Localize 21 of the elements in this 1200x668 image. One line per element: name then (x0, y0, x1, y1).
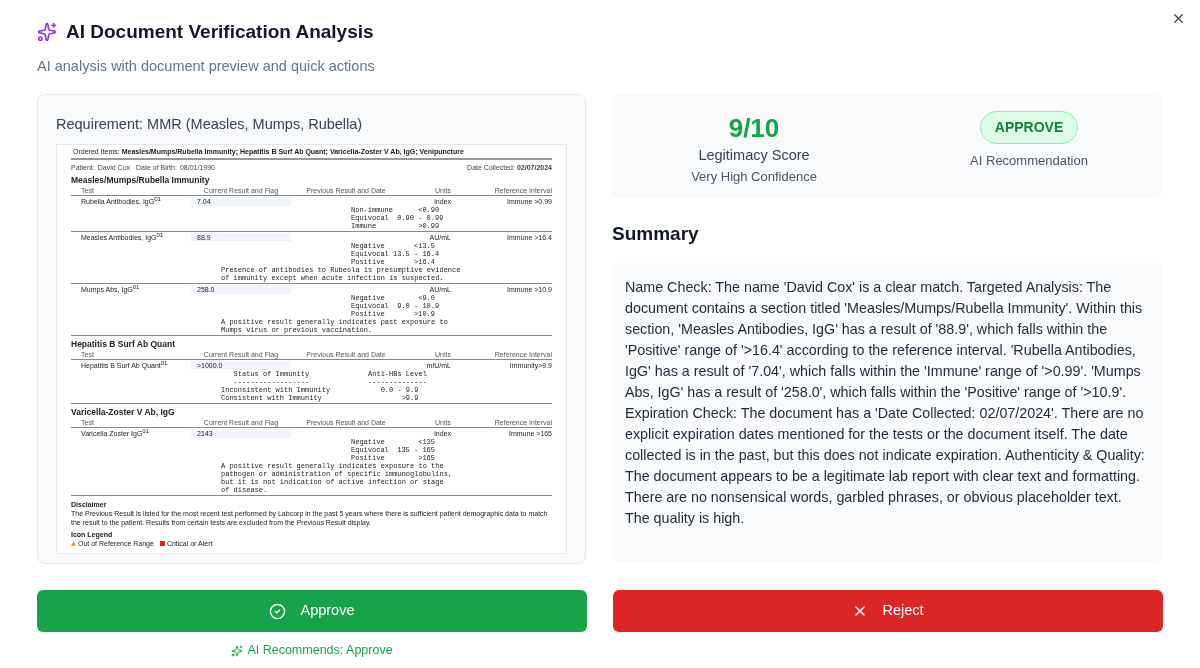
check-circle-icon (269, 602, 287, 620)
section-heading: Hepatitis B Surf Ab Quant (71, 339, 177, 350)
requirement-label: Requirement: MMR (Measles, Mumps, Rubella) (55, 115, 364, 135)
dialog-subtitle: AI analysis with document preview and quick actions (37, 56, 376, 76)
summary-heading: Summary (612, 222, 700, 247)
ai-recommendation-note: AI Recommends: Approve (247, 642, 393, 660)
close-icon (1171, 11, 1186, 26)
sparkles-icon (37, 22, 57, 43)
score-value: 9/10 (728, 113, 780, 144)
confidence-label: Very High Confidence (691, 168, 817, 186)
section-heading: Measles/Mumps/Rubella Immunity (71, 175, 211, 186)
score-label: Legitimacy Score (698, 146, 810, 166)
dialog-title: AI Document Verification Analysis (66, 20, 374, 44)
recommendation-label: AI Recommendation (970, 152, 1088, 171)
section-heading: Varicella-Zoster V Ab, IgG (71, 407, 176, 418)
summary-text: Name Check: The name 'David Cox' is a clear match. Targeted Analysis: The document contains a section titled 'Measles/Mumps/Rubella Immunity'. Within this section, 'Measles Antibodies, IgG' has a result of '88.9', which falls within the 'Positive' range of '>16.4' according to the reference interval. 'Rubella Antibodies, IgG' has a result of '7.04', which falls within the 'Immune' range of '>0.99'. 'Mumps Abs, IgG' has a result of '258.0', which falls within the 'Positive' range of '>10.9'. Expiration Check: The document has a 'Date Collected: 02/07/2024'. There are no explicit expiration dates mentioned for the tests or the document itself. The date collected is in the past, but this does not indicate expiration. Authenticity & Quality: The document appears to be a legitimate lab report with clear text and formatting. There are no nonsensical words, garbled phrases, or obvious placeholder text. The quality is high. (625, 277, 1146, 528)
close-button[interactable] (1171, 11, 1186, 26)
approve-button[interactable]: Approve (37, 590, 587, 633)
recommendation-badge: APPROVE (979, 111, 1079, 145)
reject-button[interactable]: Reject (613, 590, 1163, 633)
sparkles-icon (231, 644, 244, 657)
